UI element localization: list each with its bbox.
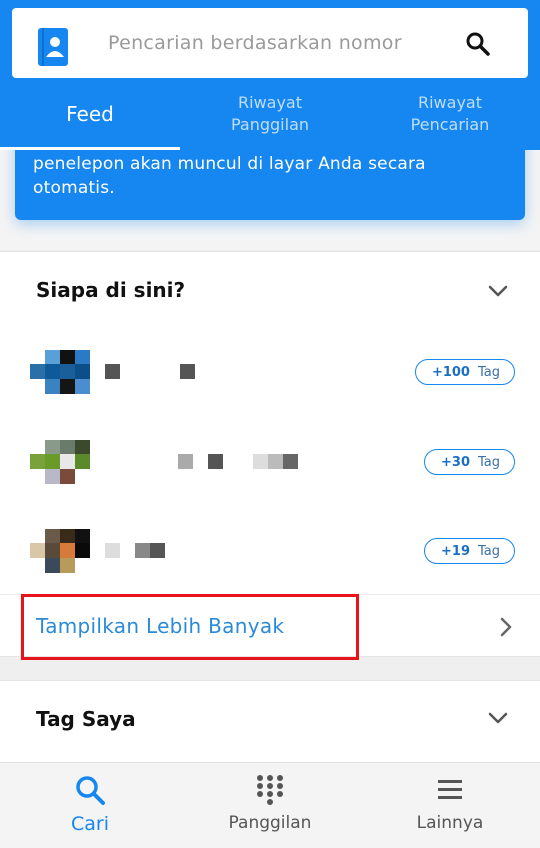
info-card-area: penelepon akan muncul di layar Anda seca… — [0, 150, 540, 250]
highlight-box — [21, 594, 359, 660]
nav-calls-label: Panggilan — [228, 813, 312, 833]
menu-icon — [438, 780, 462, 799]
pixelated-name — [105, 364, 195, 379]
dialpad-icon — [257, 775, 283, 805]
pixelated-name — [178, 454, 298, 469]
search-input[interactable]: Pencarian berdasarkan nomor — [108, 8, 402, 78]
search-bar[interactable]: Pencarian berdasarkan nomor — [12, 8, 528, 78]
tab-bar: Feed Riwayat Panggilan Riwayat Pencarian — [0, 78, 540, 150]
my-tags-panel[interactable]: Tag Saya — [0, 680, 540, 762]
avatar — [30, 440, 90, 484]
nav-more[interactable]: Lainnya — [360, 763, 540, 848]
tag-count: +100 — [431, 364, 470, 380]
chevron-down-icon[interactable] — [488, 712, 508, 724]
search-icon[interactable] — [464, 30, 492, 58]
nav-search[interactable]: Cari — [0, 763, 180, 848]
tag-count-badge[interactable]: +30 Tag — [424, 449, 515, 475]
app-screen: Pencarian berdasarkan nomor Feed Riwayat… — [0, 0, 540, 848]
app-header: Pencarian berdasarkan nomor Feed Riwayat… — [0, 0, 540, 150]
pixelated-name — [105, 543, 165, 558]
person-row[interactable]: +100 Tag — [0, 350, 540, 430]
tag-count-badge[interactable]: +19 Tag — [424, 538, 515, 564]
person-row[interactable]: +30 Tag — [0, 440, 540, 520]
show-more-row[interactable]: Tampilkan Lebih Banyak — [0, 594, 540, 660]
who-is-here-title: Siapa di sini? — [36, 278, 186, 302]
tag-label: Tag — [477, 454, 500, 470]
nav-search-label: Cari — [71, 813, 109, 835]
tag-label: Tag — [477, 364, 500, 380]
tag-label: Tag — [477, 543, 500, 559]
tag-count: +30 — [441, 454, 470, 470]
tab-search-history[interactable]: Riwayat Pencarian — [360, 78, 540, 150]
bottom-nav: Cari Panggilan Lainnya — [0, 762, 540, 848]
avatar — [30, 350, 90, 394]
info-card: penelepon akan muncul di layar Anda seca… — [15, 150, 525, 220]
who-is-here-panel: Siapa di sini? +100 Tag +30 Tag +19 Tag … — [0, 251, 540, 660]
avatar — [30, 529, 90, 573]
tag-count-badge[interactable]: +100 Tag — [414, 359, 515, 385]
tab-call-history[interactable]: Riwayat Panggilan — [180, 78, 360, 150]
tab-feed[interactable]: Feed — [0, 78, 180, 150]
search-icon — [76, 776, 105, 805]
nav-calls[interactable]: Panggilan — [180, 763, 360, 848]
chevron-down-icon[interactable] — [488, 285, 508, 297]
my-tags-title: Tag Saya — [36, 707, 136, 731]
tag-count: +19 — [441, 543, 470, 559]
nav-more-label: Lainnya — [416, 813, 484, 833]
contact-book-icon — [38, 28, 68, 66]
chevron-right-icon — [500, 617, 512, 637]
feed-content[interactable]: penelepon akan muncul di layar Anda seca… — [0, 150, 540, 762]
info-card-text: penelepon akan muncul di layar Anda seca… — [33, 154, 426, 198]
